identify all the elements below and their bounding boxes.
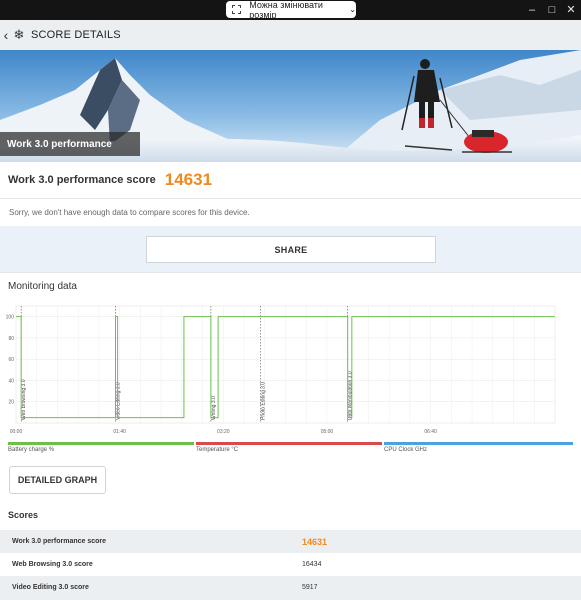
score-card: Work 3.0 performance score 14631 <box>0 162 581 198</box>
score-label: Work 3.0 performance score <box>8 174 156 186</box>
close-button[interactable]: ✕ <box>564 3 578 17</box>
maximize-button[interactable]: □ <box>545 3 559 17</box>
score-row: Video Editing 3.0 score 5917 <box>0 576 581 599</box>
legend-item-cpu-clock: CPU Clock GHz <box>384 442 573 454</box>
resize-mode-label: Можна змінювати розмір <box>249 0 323 20</box>
minimize-button[interactable]: – <box>525 3 539 17</box>
benchmark-name: Work 3.0 performance <box>7 138 112 150</box>
legend-item-temperature: Temperature °C <box>196 442 382 454</box>
benchmark-name-label: Work 3.0 performance <box>0 132 140 156</box>
share-button[interactable]: SHARE <box>146 236 436 263</box>
scores-section-title: Scores <box>0 500 581 530</box>
chevron-down-icon: ⌄ <box>349 5 356 14</box>
detailed-graph-button[interactable]: DETAILED GRAPH <box>9 466 106 494</box>
score-row-label: Video Editing 3.0 score <box>12 584 89 591</box>
score-value: 14631 <box>164 170 213 189</box>
resize-mode-dropdown[interactable]: Можна змінювати розмір ⌄ <box>226 0 356 20</box>
page-title: SCORE DETAILS <box>31 29 121 41</box>
score-row-value: 14631 <box>302 536 328 547</box>
benchmark-banner-image: Work 3.0 performance <box>0 50 581 162</box>
back-arrow-icon[interactable]: ‹ <box>1 20 11 50</box>
resize-icon <box>232 5 242 14</box>
score-row-label: Web Browsing 3.0 score <box>12 561 93 568</box>
legend-item-battery: Battery charge % <box>8 442 194 454</box>
legend-label-temperature: Temperature °C <box>196 447 239 453</box>
app-bar: ‹ ❄ SCORE DETAILS <box>0 20 581 50</box>
share-area: SHARE <box>0 226 581 272</box>
score-row-value: 5917 <box>302 584 318 591</box>
compare-message: Sorry, we don't have enough data to comp… <box>9 208 250 217</box>
monitoring-title: Monitoring data <box>8 281 77 292</box>
score-row-label: Work 3.0 performance score <box>12 538 107 545</box>
snowflake-icon: ❄ <box>13 27 25 42</box>
legend-swatch-battery <box>8 442 194 445</box>
window-titlebar: Можна змінювати розмір ⌄ – □ ✕ <box>0 0 581 20</box>
legend-swatch-temperature <box>196 442 382 445</box>
legend-swatch-cpu-clock <box>384 442 573 445</box>
legend-label-cpu-clock: CPU Clock GHz <box>384 447 428 453</box>
score-row-value: 16434 <box>302 561 322 568</box>
score-row: Work 3.0 performance score 14631 <box>0 530 581 553</box>
legend-label-battery: Battery charge % <box>8 447 55 453</box>
score-row: Web Browsing 3.0 score 16434 <box>0 553 581 576</box>
compare-message-card: Sorry, we don't have enough data to comp… <box>0 198 581 226</box>
